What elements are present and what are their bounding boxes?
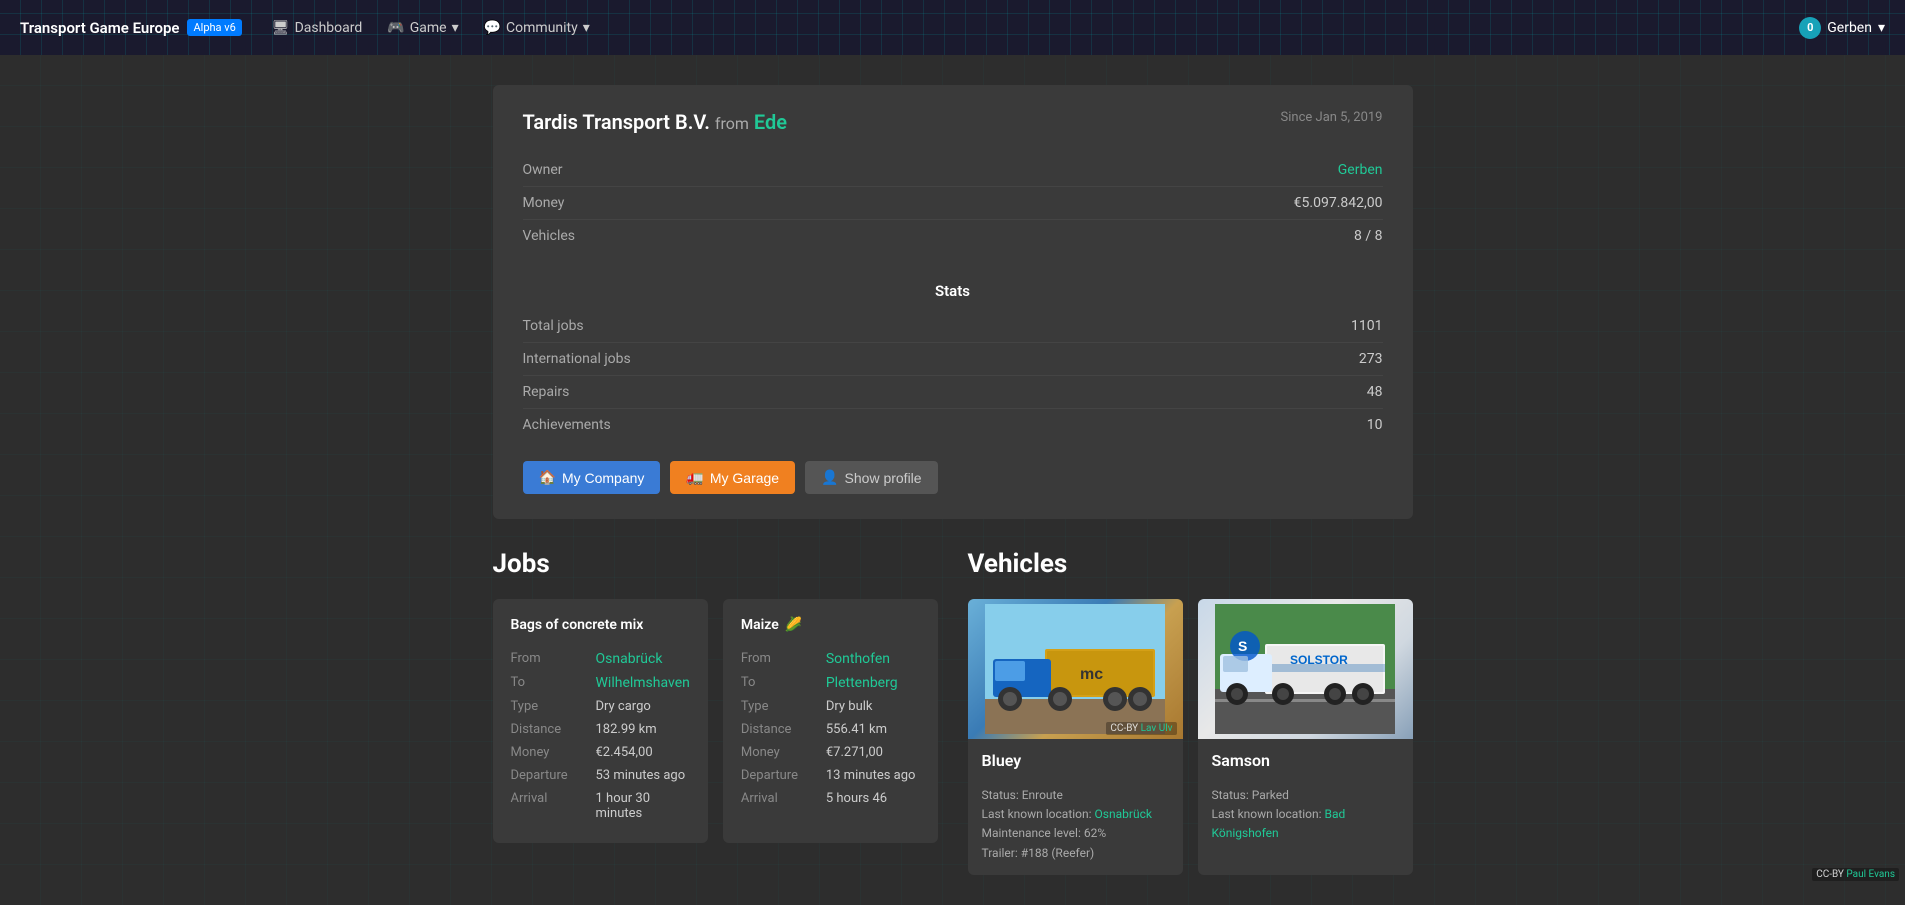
sections-row: Jobs Bags of concrete mix From Osnabrück… [493, 549, 1413, 875]
job-card: Maize 🌽 From Sonthofen To Plettenberg Ty… [723, 599, 938, 843]
job-type-row: Type Dry bulk [741, 695, 920, 718]
vehicle-card: mc [968, 599, 1183, 875]
svg-text:mc: mc [1080, 666, 1103, 683]
truck-svg: mc [985, 604, 1165, 734]
vehicle-info: Samson Status: Parked Last known locatio… [1198, 739, 1413, 856]
job-to-row: To Plettenberg [741, 671, 920, 695]
cc-author-link[interactable]: Lav Ulv [1141, 723, 1173, 734]
chevron-down-icon: ▾ [583, 20, 590, 36]
my-company-button[interactable]: 🏠 My Company [523, 461, 661, 494]
job-arrival-row: Arrival 1 hour 30 minutes [511, 787, 690, 825]
nav-links: 🖥 Dashboard 🎮 Game ▾ 💬 Community ▾ [262, 15, 1799, 41]
intl-jobs-row: International jobs 273 [523, 343, 1383, 376]
cc-attribution: CC-BY Lav Ulv [1106, 722, 1176, 735]
job-to-link[interactable]: Wilhelmshaven [596, 675, 690, 691]
gamepad-icon: 🎮 [387, 20, 404, 36]
svg-text:S: S [1238, 638, 1247, 654]
version-badge: Alpha v6 [187, 19, 241, 36]
truck-icon: 🚛 [686, 469, 703, 486]
user-online-indicator: 0 [1799, 17, 1821, 39]
job-arrival-row: Arrival 5 hours 46 [741, 787, 920, 810]
vehicle-status: Status: Parked Last known location: Bad … [1212, 786, 1399, 844]
house-icon: 🏠 [539, 469, 556, 486]
stats-table: Total jobs 1101 International jobs 273 R… [523, 310, 1383, 441]
achievements-row: Achievements 10 [523, 409, 1383, 442]
nav-game[interactable]: 🎮 Game ▾ [377, 15, 468, 41]
vehicles-section: Vehicles mc [968, 549, 1413, 875]
chat-icon: 💬 [484, 20, 501, 36]
owner-row: Owner Gerben [523, 154, 1383, 187]
job-from-row: From Osnabrück [511, 647, 690, 671]
vehicle-name: Bluey [982, 751, 1022, 770]
job-type-row: Type Dry cargo [511, 695, 690, 718]
job-to-link[interactable]: Plettenberg [826, 675, 920, 691]
vehicle-location-link[interactable]: Osnabrück [1095, 807, 1152, 821]
vehicle-card: SOLSTOR S [1198, 599, 1413, 875]
job-departure-row: Departure 13 minutes ago [741, 764, 920, 787]
job-money-row: Money €7.271,00 [741, 741, 920, 764]
company-title-block: Tardis Transport B.V. from Ede [523, 110, 787, 134]
job-to-row: To Wilhelmshaven [511, 671, 690, 695]
username: Gerben [1827, 20, 1872, 36]
brand-name: Transport Game Europe [20, 19, 179, 37]
vehicle-status: Status: Enroute Last known location: Osn… [982, 786, 1169, 863]
nav-dashboard[interactable]: 🖥 Dashboard [262, 15, 373, 41]
my-garage-button[interactable]: 🚛 My Garage [670, 461, 795, 494]
nav-community[interactable]: 💬 Community ▾ [474, 15, 600, 41]
job-title: Maize 🌽 [741, 617, 920, 633]
job-card: Bags of concrete mix From Osnabrück To W… [493, 599, 708, 843]
jobs-section: Jobs Bags of concrete mix From Osnabrück… [493, 549, 938, 875]
city-link[interactable]: Ede [754, 110, 787, 134]
vehicles-row: Vehicles 8 / 8 [523, 220, 1383, 253]
user-chevron-icon: ▾ [1878, 20, 1885, 36]
vehicle-info: Bluey Status: Enroute Last known locatio… [968, 739, 1183, 875]
vehicles-list: mc [968, 599, 1413, 875]
user-menu[interactable]: 0 Gerben ▾ [1799, 17, 1885, 39]
company-name: Tardis Transport B.V. from Ede [523, 110, 787, 134]
chevron-down-icon: ▾ [452, 20, 459, 36]
total-jobs-row: Total jobs 1101 [523, 310, 1383, 343]
money-row: Money €5.097.842,00 [523, 187, 1383, 220]
monitor-icon: 🖥 [272, 20, 290, 36]
vehicle-name: Samson [1212, 751, 1270, 770]
vehicle-image: SOLSTOR S [1198, 599, 1413, 739]
company-header: Tardis Transport B.V. from Ede Since Jan… [523, 110, 1383, 134]
job-departure-row: Departure 53 minutes ago [511, 764, 690, 787]
repairs-row: Repairs 48 [523, 376, 1383, 409]
vehicles-title: Vehicles [968, 549, 1413, 579]
since-label: Since Jan 5, 2019 [1281, 110, 1383, 125]
job-title: Bags of concrete mix [511, 617, 690, 633]
job-money-row: Money €2.454,00 [511, 741, 690, 764]
jobs-title: Jobs [493, 549, 938, 579]
job-from-link[interactable]: Osnabrück [596, 651, 690, 667]
truck-svg: SOLSTOR S [1215, 604, 1395, 734]
jobs-list: Bags of concrete mix From Osnabrück To W… [493, 599, 938, 843]
stats-header: Stats [523, 272, 1383, 310]
vehicle-image: mc [968, 599, 1183, 739]
company-card: Tardis Transport B.V. from Ede Since Jan… [493, 85, 1413, 519]
person-icon: 👤 [821, 469, 838, 486]
company-info-table: Owner Gerben Money €5.097.842,00 Vehicle… [523, 154, 1383, 252]
job-distance-row: Distance 556.41 km [741, 718, 920, 741]
show-profile-button[interactable]: 👤 Show profile [805, 461, 937, 494]
owner-link[interactable]: Gerben [1338, 162, 1383, 178]
job-from-link[interactable]: Sonthofen [826, 651, 920, 667]
main-content: Tardis Transport B.V. from Ede Since Jan… [473, 55, 1433, 905]
job-distance-row: Distance 182.99 km [511, 718, 690, 741]
nav-bar: Transport Game Europe Alpha v6 🖥 Dashboa… [0, 0, 1905, 55]
job-from-row: From Sonthofen [741, 647, 920, 671]
action-buttons: 🏠 My Company 🚛 My Garage 👤 Show profile [523, 461, 1383, 494]
